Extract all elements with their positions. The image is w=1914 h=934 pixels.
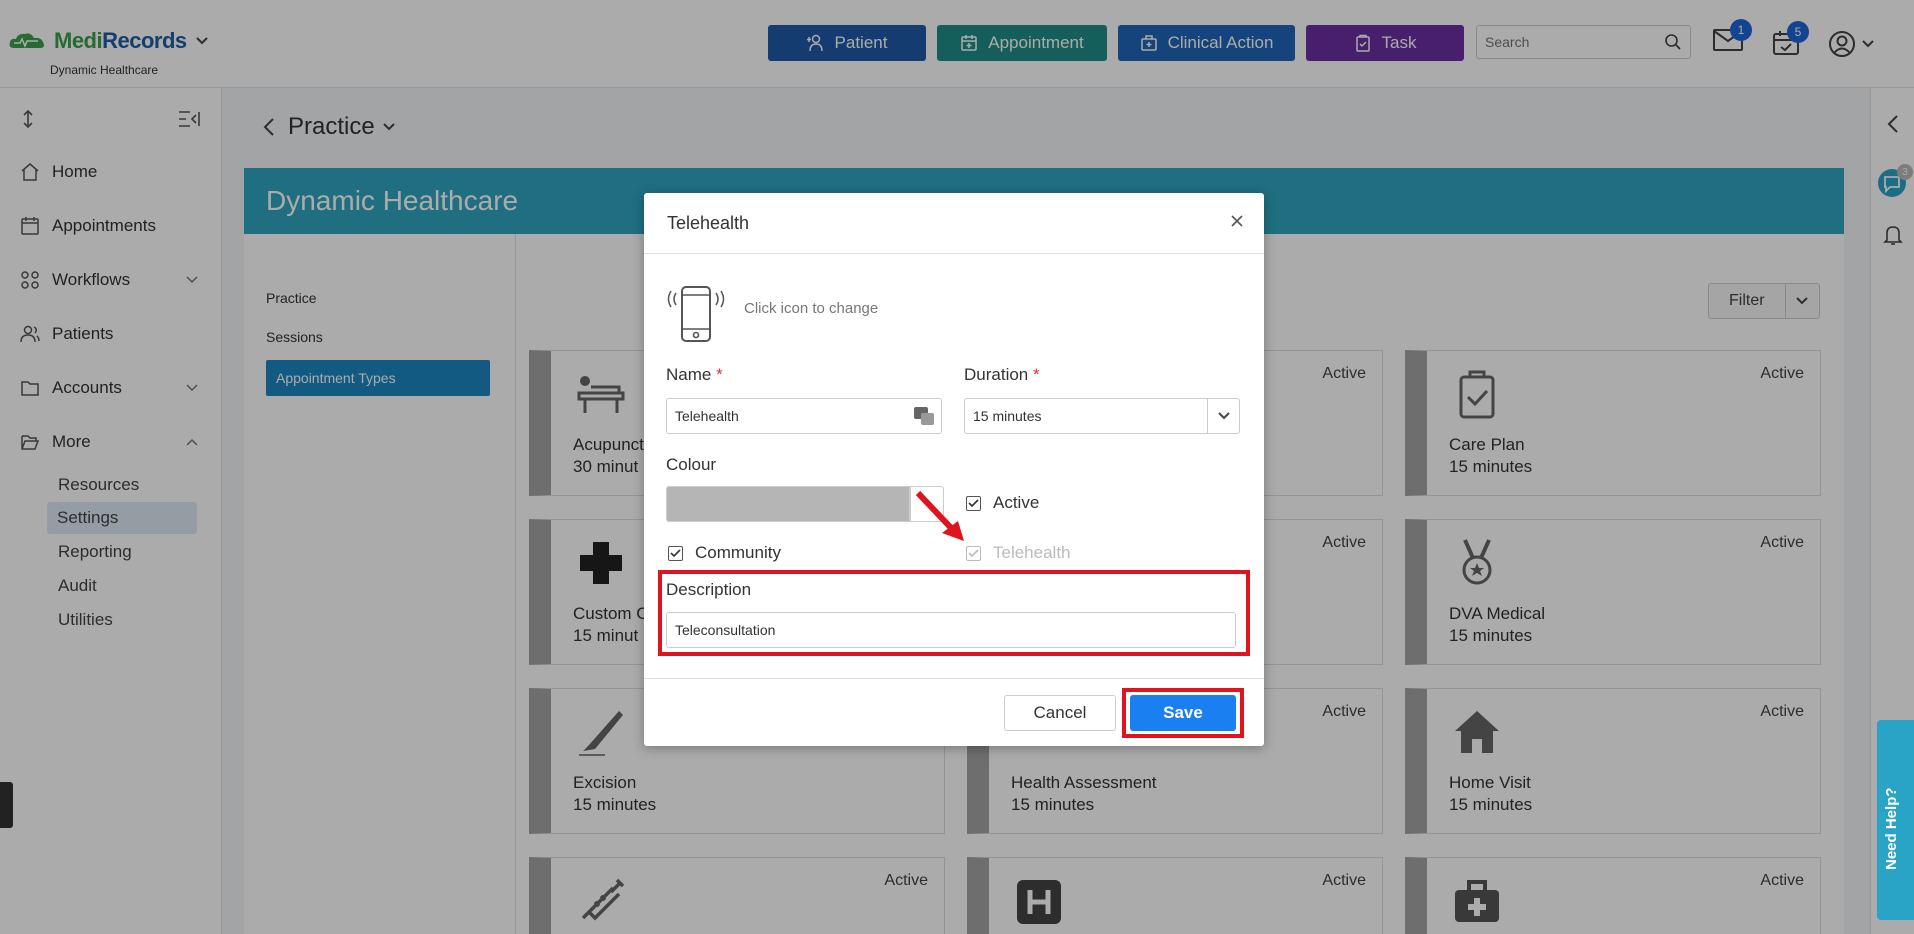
checkbox-box[interactable] bbox=[668, 545, 683, 561]
annotation-arrow-icon bbox=[915, 490, 964, 541]
active-checkbox[interactable]: Active bbox=[966, 493, 1039, 513]
duration-dropdown[interactable] bbox=[1207, 399, 1239, 433]
mobile-phone-icon[interactable] bbox=[666, 283, 726, 345]
close-icon[interactable] bbox=[1230, 214, 1244, 228]
description-highlight bbox=[658, 570, 1250, 656]
duration-select[interactable]: 15 minutes bbox=[964, 398, 1240, 434]
need-help-label: Need Help? bbox=[1883, 787, 1900, 870]
name-field[interactable] bbox=[666, 398, 942, 434]
telehealth-label: Telehealth bbox=[993, 543, 1071, 562]
name-input[interactable] bbox=[667, 399, 941, 433]
modal-title: Telehealth bbox=[667, 213, 750, 233]
modal-header: Telehealth bbox=[644, 193, 1264, 254]
checkmark-icon bbox=[968, 548, 979, 557]
community-checkbox[interactable]: Community bbox=[668, 543, 781, 563]
checkmark-icon bbox=[670, 548, 681, 557]
community-label: Community bbox=[695, 543, 781, 562]
duration-value: 15 minutes bbox=[973, 408, 1042, 424]
icon-change-hint: Click icon to change bbox=[744, 300, 879, 317]
save-highlight bbox=[1122, 688, 1244, 738]
telehealth-checkbox: Telehealth bbox=[966, 543, 1071, 563]
need-help-tab[interactable]: Need Help? bbox=[1877, 720, 1914, 920]
cancel-button[interactable]: Cancel bbox=[1004, 695, 1116, 731]
colour-swatch[interactable] bbox=[666, 486, 910, 522]
chevron-down-icon bbox=[1217, 412, 1230, 420]
colour-label: Colour bbox=[666, 455, 717, 474]
active-label: Active bbox=[993, 493, 1040, 512]
translate-icon[interactable] bbox=[913, 406, 935, 426]
name-label: Name * bbox=[666, 365, 723, 384]
telehealth-modal: Telehealth Click icon to change Name * D… bbox=[644, 193, 1264, 746]
duration-label: Duration * bbox=[964, 365, 1040, 384]
modal-footer-divider bbox=[644, 678, 1264, 679]
